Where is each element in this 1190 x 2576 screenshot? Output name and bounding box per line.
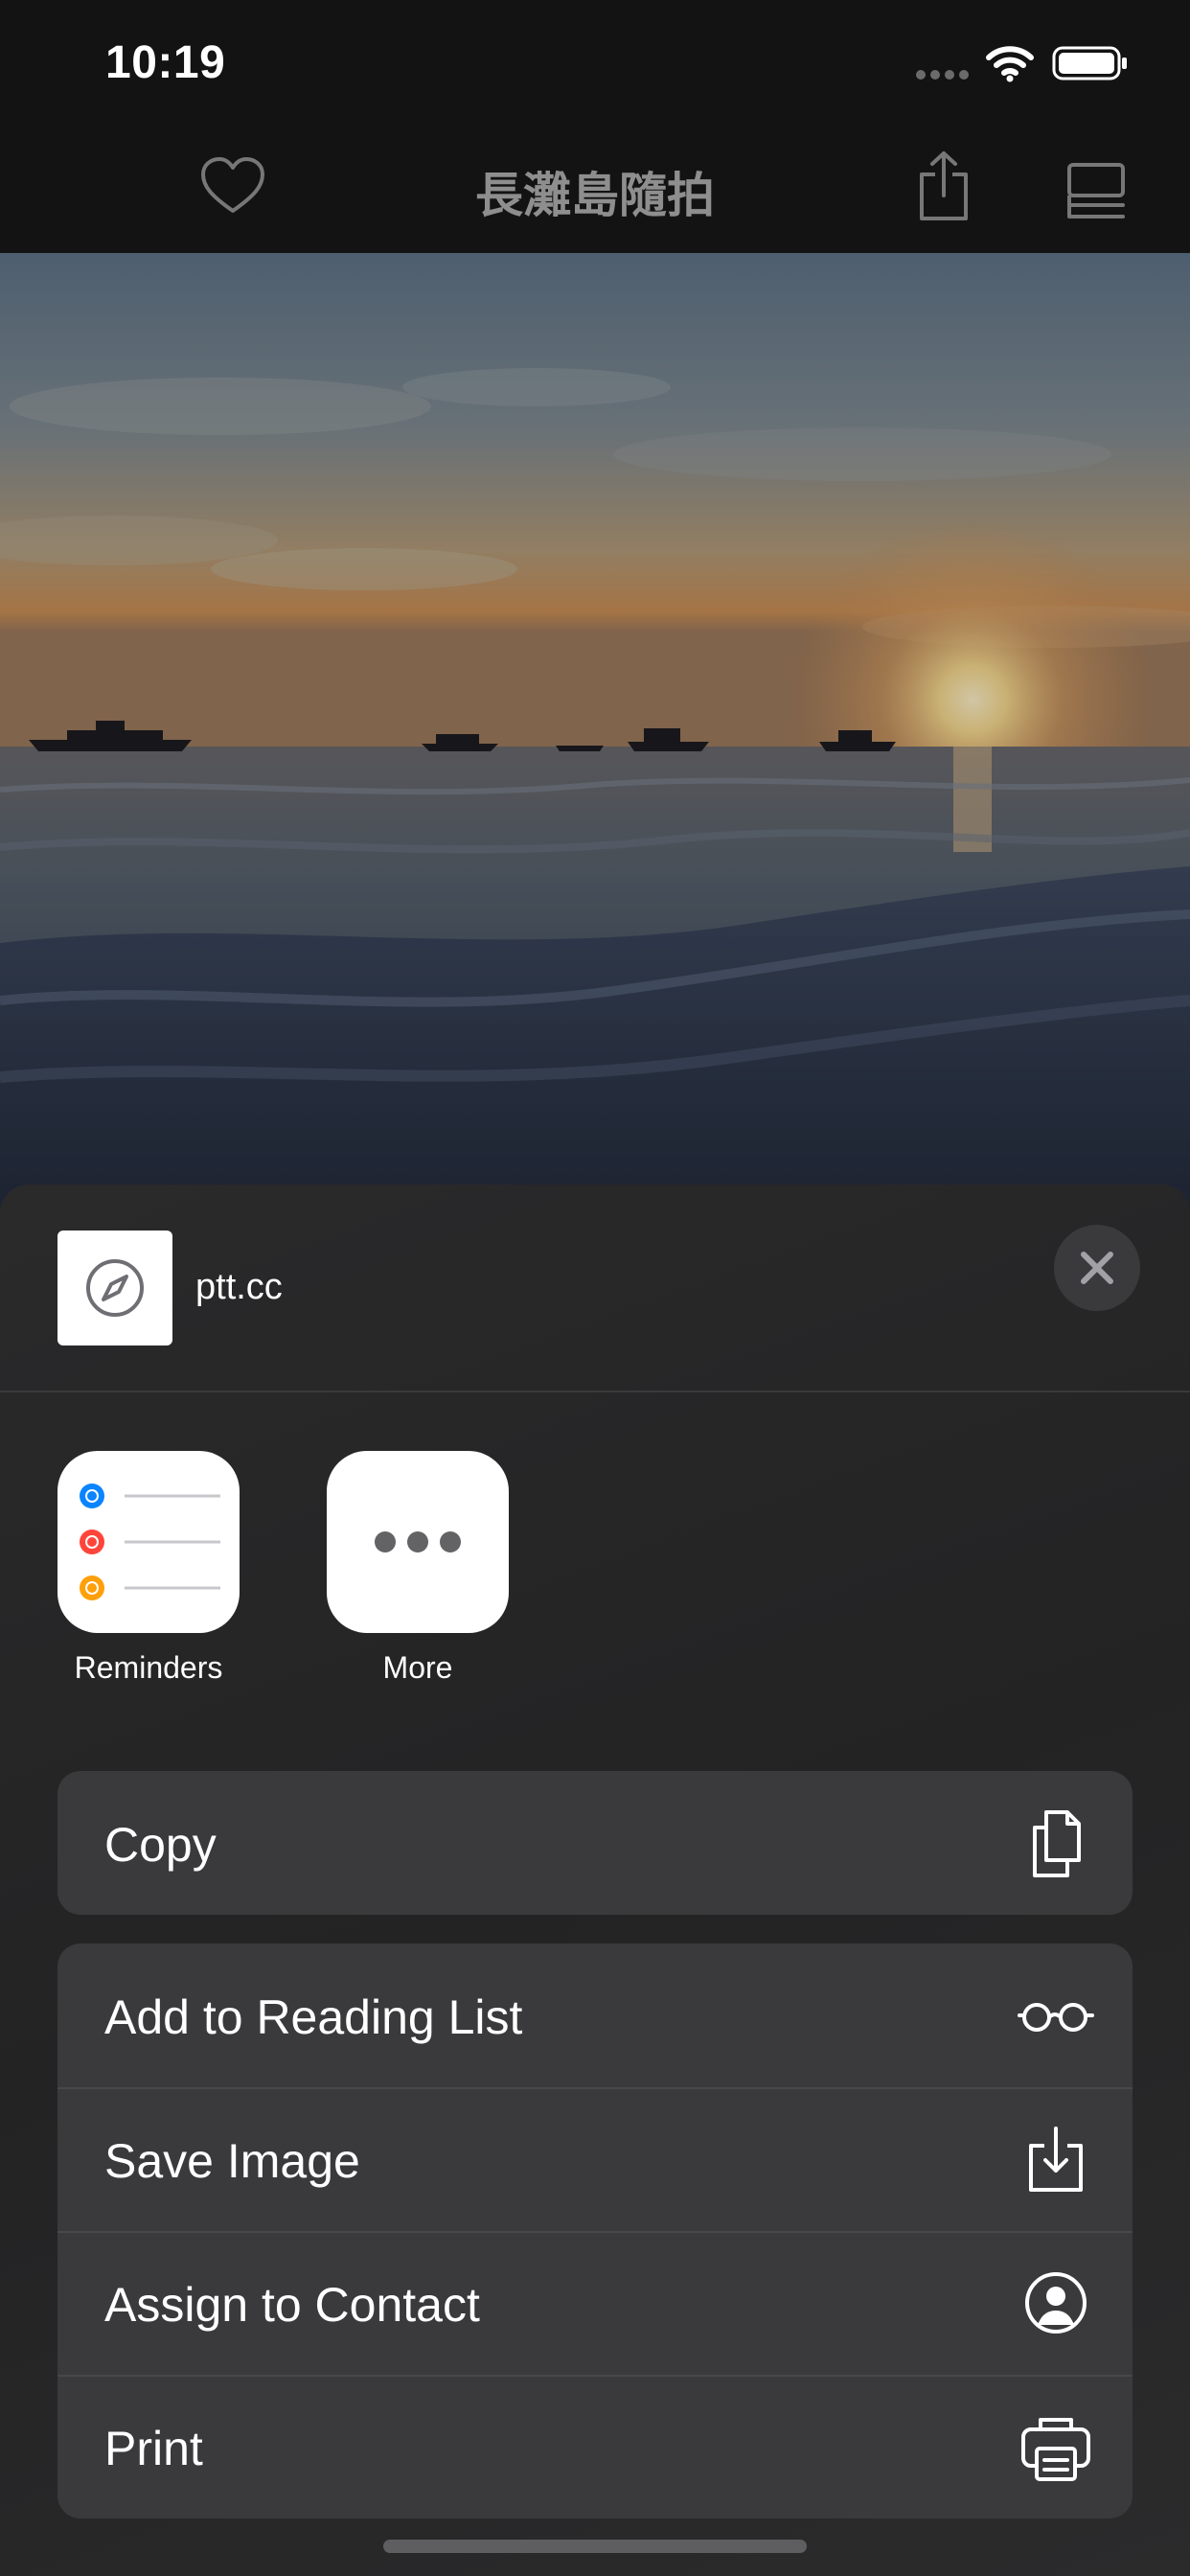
print-label: Print xyxy=(104,2422,203,2475)
save-image-action[interactable]: Save Image xyxy=(57,2087,1133,2231)
reading-list-label: Add to Reading List xyxy=(104,1990,523,2044)
app-reminders[interactable]: Reminders xyxy=(57,1451,240,1685)
copy-action[interactable]: Copy xyxy=(57,1771,1133,1915)
assign-contact-action[interactable]: Assign to Contact xyxy=(57,2231,1133,2375)
sunset-image xyxy=(0,253,1190,1211)
reading-list-action[interactable]: Add to Reading List xyxy=(57,1944,1133,2087)
site-name: ptt.cc xyxy=(195,1267,283,1307)
home-indicator[interactable] xyxy=(383,2540,807,2553)
print-action[interactable]: Print xyxy=(57,2375,1133,2518)
glasses-icon xyxy=(1018,2003,1094,2032)
assign-contact-label: Assign to Contact xyxy=(104,2278,480,2332)
more-icon xyxy=(327,1451,509,1633)
share-icon[interactable] xyxy=(914,150,973,222)
page-title: 長灘島隨拍 xyxy=(475,169,715,222)
sunset-photo xyxy=(0,253,1190,1211)
contact-icon xyxy=(1025,2272,1087,2334)
actions-group: Add to Reading List Save Image Assign to… xyxy=(57,1944,1133,2518)
status-time: 10:19 xyxy=(105,37,226,88)
reminders-icon xyxy=(57,1451,240,1633)
signal-dots-icon xyxy=(916,70,969,80)
compass-icon xyxy=(86,1259,144,1317)
copy-group: Copy xyxy=(57,1771,1133,1915)
status-bar: 10:19 xyxy=(0,0,1190,126)
wifi-icon xyxy=(986,46,1034,82)
app-label-more: More xyxy=(382,1650,453,1685)
save-image-label: Save Image xyxy=(104,2134,360,2188)
app-more[interactable]: More xyxy=(327,1451,509,1685)
sheet-divider xyxy=(0,1391,1190,1392)
copy-label: Copy xyxy=(104,1818,217,1872)
share-sheet-header: ptt.cc xyxy=(0,1184,1190,1392)
site-thumbnail xyxy=(57,1230,172,1346)
printer-icon xyxy=(1021,2418,1090,2481)
app-label-reminders: Reminders xyxy=(74,1650,223,1685)
close-icon xyxy=(1081,1252,1113,1284)
tabs-icon[interactable] xyxy=(1065,161,1127,220)
battery-full-icon xyxy=(1052,46,1127,80)
nav-bar: 長灘島隨拍 xyxy=(0,126,1190,253)
share-sheet: ptt.cc Reminders More Copy Add to Readin… xyxy=(0,1184,1190,2576)
close-button[interactable] xyxy=(1054,1225,1140,1311)
safari-share-screen: 10:19 長灘島隨拍 ptt.cc Reminders More Copy A… xyxy=(0,0,1190,2576)
copy-icon xyxy=(1033,1810,1081,1877)
save-image-icon xyxy=(1029,2127,1083,2192)
